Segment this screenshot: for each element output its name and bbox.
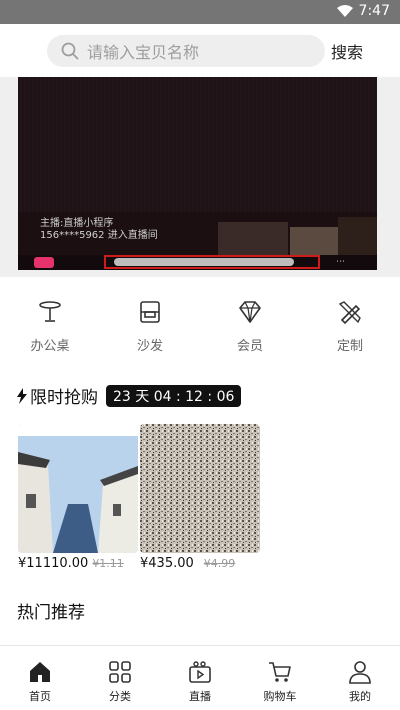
home-icon bbox=[30, 662, 50, 682]
category-label: 沙发 bbox=[136, 339, 163, 354]
wifi-icon bbox=[336, 5, 353, 17]
live-video-icon bbox=[189, 661, 211, 683]
product-price: ¥435.00 bbox=[140, 556, 194, 571]
category-sofa[interactable]: 沙发 bbox=[100, 277, 200, 357]
status-time: 7:47 bbox=[358, 3, 390, 19]
live-banner[interactable]: 主播:直播小程序 156****5962 进入直播间 ⋯ bbox=[18, 77, 377, 270]
search-input[interactable]: 请输入宝贝名称 bbox=[47, 35, 325, 67]
product-old-price: ¥4.99 bbox=[203, 557, 236, 570]
flash-sale-header: 限时抢购 23 天 04 : 12 : 06 bbox=[16, 383, 242, 408]
category-label: 定制 bbox=[336, 339, 363, 354]
cart-icon bbox=[269, 662, 291, 682]
category-member[interactable]: 会员 bbox=[200, 277, 300, 357]
product-image bbox=[140, 424, 260, 553]
product-image bbox=[18, 424, 138, 553]
category-label: 会员 bbox=[236, 339, 263, 354]
category-row: 办公桌 沙发 会员 定制 bbox=[0, 277, 400, 357]
user-icon bbox=[349, 661, 371, 684]
status-bar: 7:47 bbox=[0, 0, 400, 24]
category-desk[interactable]: 办公桌 bbox=[0, 277, 100, 357]
product-price-row: ¥435.00 ¥4.99 bbox=[140, 556, 235, 571]
grid-icon bbox=[109, 661, 131, 683]
comment-input-pill bbox=[114, 258, 294, 266]
hot-recommend-title: 热门推荐 bbox=[17, 603, 85, 623]
gift-icon bbox=[34, 257, 54, 268]
tab-mine[interactable]: 我的 bbox=[320, 646, 400, 710]
sofa-icon bbox=[140, 301, 160, 323]
product-old-price: ¥1.11 bbox=[92, 557, 124, 570]
tab-label: 购物车 bbox=[263, 690, 297, 703]
banner-thumbnail bbox=[290, 227, 338, 257]
desk-icon bbox=[39, 301, 61, 322]
lightning-icon bbox=[17, 387, 27, 404]
banner-caption-line2: 156****5962 进入直播间 bbox=[40, 230, 158, 241]
tab-label: 首页 bbox=[29, 690, 51, 703]
search-icon bbox=[61, 42, 79, 60]
flash-sale-title: 限时抢购 bbox=[30, 388, 98, 408]
banner-video-frame bbox=[18, 77, 377, 212]
product-price-row: ¥11110.00 ¥1.11 bbox=[18, 556, 124, 571]
bottom-tabbar: 首页 分类 直播 购物车 我的 bbox=[0, 645, 400, 710]
search-placeholder: 请输入宝贝名称 bbox=[87, 43, 200, 62]
tab-home[interactable]: 首页 bbox=[0, 646, 80, 710]
banner-area: 主播:直播小程序 156****5962 进入直播间 ⋯ bbox=[0, 77, 400, 277]
tab-label: 分类 bbox=[109, 690, 131, 703]
tab-category[interactable]: 分类 bbox=[80, 646, 160, 710]
product-card[interactable]: ¥435.00 ¥4.99 bbox=[140, 424, 260, 571]
tab-cart[interactable]: 购物车 bbox=[240, 646, 320, 710]
search-button[interactable]: 搜索 bbox=[331, 39, 363, 63]
product-price: ¥11110.00 bbox=[18, 556, 89, 571]
tab-live[interactable]: 直播 bbox=[160, 646, 240, 710]
ruler-pencil-icon bbox=[338, 301, 361, 325]
tab-label: 直播 bbox=[189, 690, 211, 703]
tab-label: 我的 bbox=[349, 690, 371, 703]
category-custom[interactable]: 定制 bbox=[300, 277, 400, 357]
product-card[interactable]: ¥11110.00 ¥1.11 bbox=[18, 424, 138, 571]
category-label: 办公桌 bbox=[30, 339, 70, 354]
search-header: 请输入宝贝名称 搜索 bbox=[0, 24, 400, 77]
countdown-timer: 23 天 04 : 12 : 06 bbox=[106, 384, 242, 407]
more-icon: ⋯ bbox=[336, 257, 345, 267]
diamond-icon bbox=[239, 301, 261, 323]
